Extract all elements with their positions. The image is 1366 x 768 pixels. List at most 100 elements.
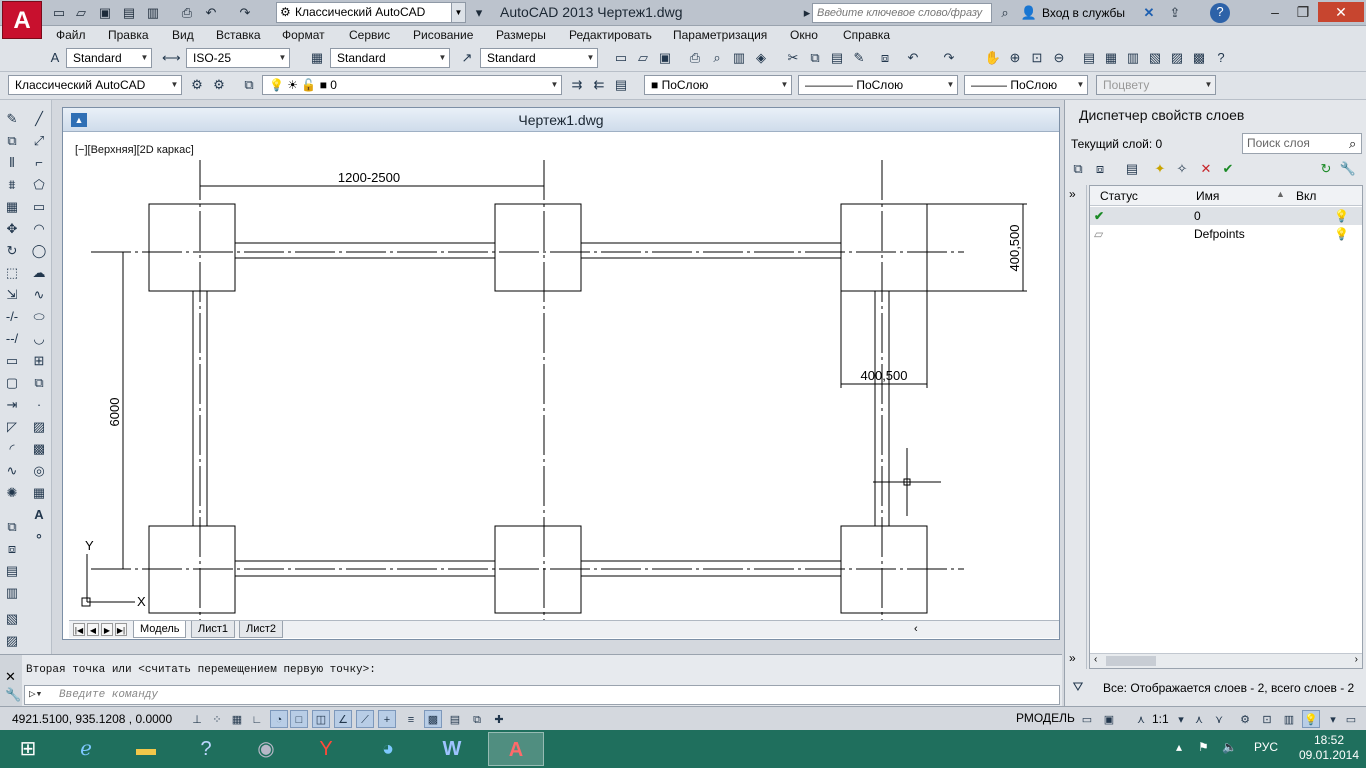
menu-format[interactable]: Формат xyxy=(282,28,325,42)
language-indicator[interactable]: РУС xyxy=(1254,740,1278,754)
mleader-style-select[interactable]: Standard ▼ xyxy=(480,48,598,68)
3d-print-icon[interactable]: ◈ xyxy=(752,49,770,67)
clean-screen-button[interactable]: ▭ xyxy=(1342,710,1360,728)
print-icon[interactable]: ⎙ xyxy=(178,4,196,21)
draworder-back-icon[interactable]: ⧈ xyxy=(3,540,21,558)
block-editor-icon[interactable]: ⧈ xyxy=(876,49,894,67)
redo-icon[interactable]: ↷ xyxy=(236,4,254,21)
scroll-left-icon[interactable]: ‹ xyxy=(1094,654,1097,665)
refresh-icon[interactable]: ↻ xyxy=(1317,160,1335,178)
prev-tab-button[interactable]: ◀ xyxy=(87,623,99,636)
share-icon[interactable]: ⇪ xyxy=(1166,4,1184,21)
selection-cycling-button[interactable]: ⧉ xyxy=(468,710,486,728)
construction-line-icon[interactable]: ⤢ xyxy=(30,132,48,150)
autocad-taskbar-icon[interactable]: A xyxy=(488,732,544,766)
command-input[interactable]: ▷▾ Введите команду xyxy=(24,685,1060,705)
rotate-icon[interactable]: ↻ xyxy=(3,242,21,260)
next-tab-button[interactable]: ▶ xyxy=(101,623,113,636)
new-icon[interactable]: ▭ xyxy=(612,49,630,67)
hatch-icon[interactable]: ▨ xyxy=(30,418,48,436)
quick-view-layouts-button[interactable]: ▭ xyxy=(1078,710,1096,728)
line-icon[interactable]: ╱ xyxy=(30,110,48,128)
help-app-icon[interactable]: ? xyxy=(178,732,234,766)
zoom-previous-icon[interactable]: ⊖ xyxy=(1050,49,1068,67)
wrench-icon[interactable]: 🔧 xyxy=(5,687,21,703)
new-layer-frozen-icon[interactable]: ✧ xyxy=(1173,160,1191,178)
lightbulb-icon[interactable]: 💡 xyxy=(1334,225,1349,243)
color-select[interactable]: ■ ПоСлою ▼ xyxy=(644,75,792,95)
new-property-filter-icon[interactable]: ⧉ xyxy=(1069,160,1087,178)
preview-icon[interactable]: ⌕ xyxy=(708,49,726,67)
text-above-icon[interactable]: ▧ xyxy=(3,610,21,628)
filter-icon[interactable]: ⛛ xyxy=(1069,678,1087,696)
zoom-window-icon[interactable]: ⊡ xyxy=(1028,49,1046,67)
layer-search-input[interactable]: Поиск слоя xyxy=(1242,133,1362,154)
model-space-button[interactable]: РМОДЕЛЬ xyxy=(1016,711,1075,725)
osnap-button[interactable]: □ xyxy=(290,710,308,728)
layer-row[interactable]: ✔ 0 💡 xyxy=(1090,207,1362,225)
grid-button[interactable]: ▦ xyxy=(228,710,246,728)
command-line-handle[interactable]: ✕ 🔧 xyxy=(0,655,22,707)
publish-icon[interactable]: ▥ xyxy=(144,4,162,21)
break-at-point-icon[interactable]: ▭ xyxy=(3,352,21,370)
tray-arrow-icon[interactable]: ▴ xyxy=(1176,740,1182,754)
horizontal-scrollbar[interactable]: ‹ › xyxy=(1090,653,1362,668)
hardware-acceleration-icon[interactable]: ▥ xyxy=(1280,710,1298,728)
table-icon[interactable]: ▦ xyxy=(30,484,48,502)
design-center-icon[interactable]: ▦ xyxy=(1102,49,1120,67)
customize-icon[interactable]: ⚙ xyxy=(210,76,228,94)
save-icon[interactable]: ▣ xyxy=(656,49,674,67)
set-current-icon[interactable]: ✔ xyxy=(1219,160,1237,178)
new-group-filter-icon[interactable]: ⧈ xyxy=(1091,160,1109,178)
user-icon[interactable]: 👤 xyxy=(1020,4,1038,21)
spline-icon[interactable]: ∿ xyxy=(30,286,48,304)
blend-icon[interactable]: ∿ xyxy=(3,462,21,480)
close-icon[interactable]: ✕ xyxy=(5,669,16,685)
tool-palettes-icon[interactable]: ▥ xyxy=(1124,49,1142,67)
internet-explorer-icon[interactable]: ℯ xyxy=(58,732,114,766)
layer-row[interactable]: ▱ Defpoints 💡 xyxy=(1090,225,1362,243)
publish-icon[interactable]: ▥ xyxy=(730,49,748,67)
auto-scale-button[interactable]: ⋎ xyxy=(1210,710,1228,728)
isolate-objects-icon[interactable]: 💡 xyxy=(1302,710,1320,728)
system-clock[interactable]: 18:52 09.01.2014 xyxy=(1296,733,1362,763)
make-current-icon[interactable]: ⇉ xyxy=(568,76,586,94)
tab-model[interactable]: Модель xyxy=(133,621,187,638)
save-icon[interactable]: ▣ xyxy=(96,4,114,21)
lightbulb-icon[interactable]: 💡 xyxy=(1334,207,1349,225)
yandex-browser-icon[interactable]: Y xyxy=(298,732,354,766)
tab-layout1[interactable]: Лист1 xyxy=(191,621,236,638)
polyline-icon[interactable]: ⌐ xyxy=(30,154,48,172)
menu-help[interactable]: Справка xyxy=(843,28,890,42)
word-icon[interactable]: W xyxy=(424,732,480,766)
sheet-set-icon[interactable]: ▧ xyxy=(1146,49,1164,67)
quick-properties-button[interactable]: ▤ xyxy=(446,710,464,728)
layer-previous-icon[interactable]: ⇇ xyxy=(590,76,608,94)
column-footing[interactable] xyxy=(494,203,582,292)
menu-file[interactable]: Файл xyxy=(56,28,86,42)
windows-start-icon[interactable]: ⊞ xyxy=(0,732,56,766)
transparency-button[interactable]: ▩ xyxy=(424,710,442,728)
application-menu-button[interactable]: A xyxy=(2,1,42,39)
help-icon[interactable]: ? xyxy=(1212,49,1230,67)
infer-constraints-button[interactable]: ⊥ xyxy=(188,710,206,728)
polygon-icon[interactable]: ⬠ xyxy=(30,176,48,194)
otrack-button[interactable]: ∠ xyxy=(334,710,352,728)
menu-window[interactable]: Окно xyxy=(790,28,818,42)
redo-icon[interactable]: ↷ xyxy=(940,49,958,67)
chevron-down-icon[interactable]: ▾ xyxy=(1172,710,1190,728)
scrollbar-thumb[interactable] xyxy=(1106,656,1156,666)
move-icon[interactable]: ✥ xyxy=(3,220,21,238)
ortho-button[interactable]: ∟ xyxy=(248,710,266,728)
minimize-button[interactable]: – xyxy=(1260,2,1290,22)
status-menu-icon[interactable]: ▾ xyxy=(1324,710,1342,728)
text-style-select[interactable]: Standard ▼ xyxy=(66,48,152,68)
menu-parametric[interactable]: Параметризация xyxy=(673,28,767,42)
circle-icon[interactable]: ◯ xyxy=(30,242,48,260)
pan-icon[interactable]: ✋ xyxy=(984,49,1002,67)
network-icon[interactable]: ⚑ xyxy=(1198,740,1209,754)
region-icon[interactable]: ◎ xyxy=(30,462,48,480)
menu-modify[interactable]: Редактировать xyxy=(569,28,652,42)
linetype-select[interactable]: ———— ПоСлою ▼ xyxy=(798,75,958,95)
customize-icon[interactable]: ▾ xyxy=(470,4,488,21)
